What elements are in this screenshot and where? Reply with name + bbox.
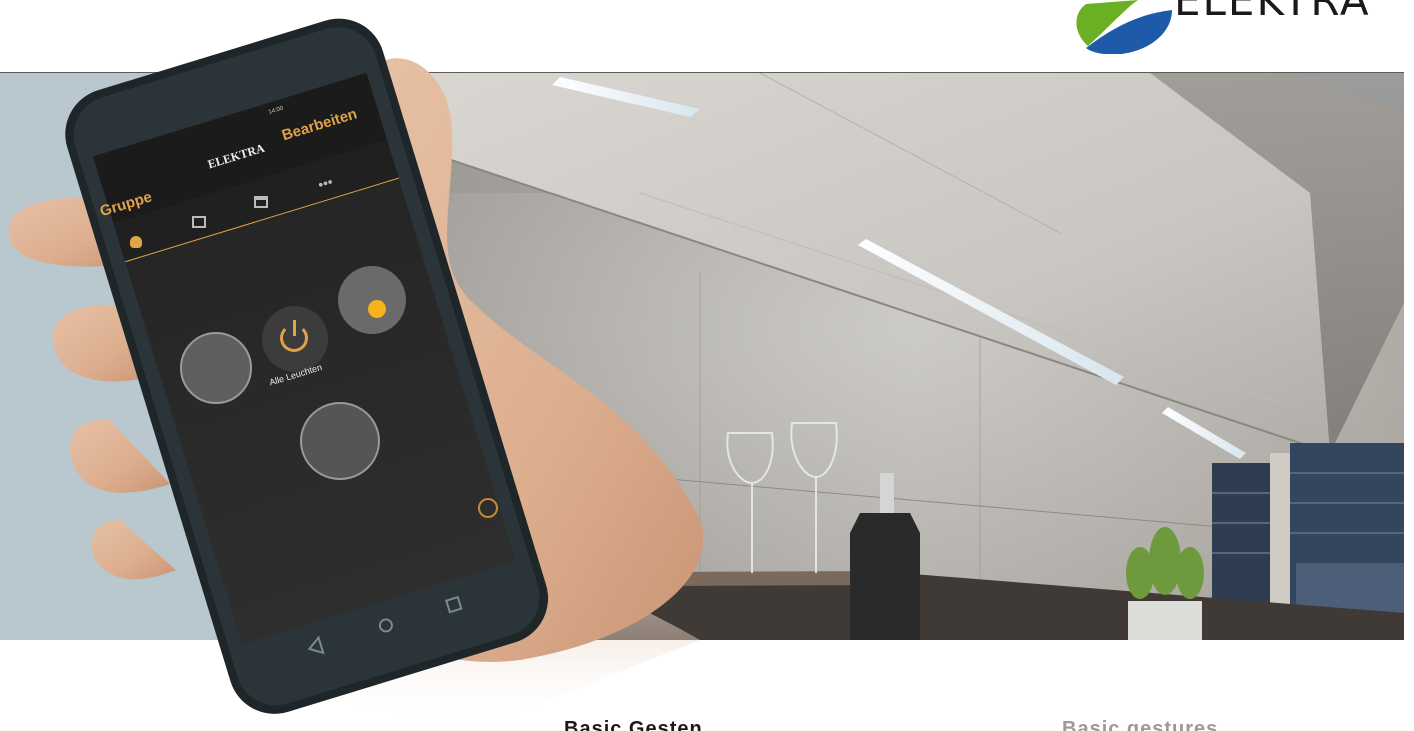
more-icon[interactable]: ••• [316,173,335,193]
bulb-icon[interactable] [130,236,142,248]
heading-basic-gestures-de: Basic Gesten [564,718,703,731]
led-strip-icon[interactable] [300,402,380,480]
grid-icon[interactable] [192,216,206,228]
heading-basic-gestures-en: Basic gestures [1062,718,1219,731]
smartphone-in-hand: Gruppe Bearbeiten ELEKTRA 14:00 ••• Alle… [0,0,1414,731]
light-bar-icon[interactable] [180,332,252,404]
dimmer-icon[interactable] [338,266,406,334]
scene-icon[interactable] [254,196,268,208]
power-small-icon[interactable] [478,498,498,518]
